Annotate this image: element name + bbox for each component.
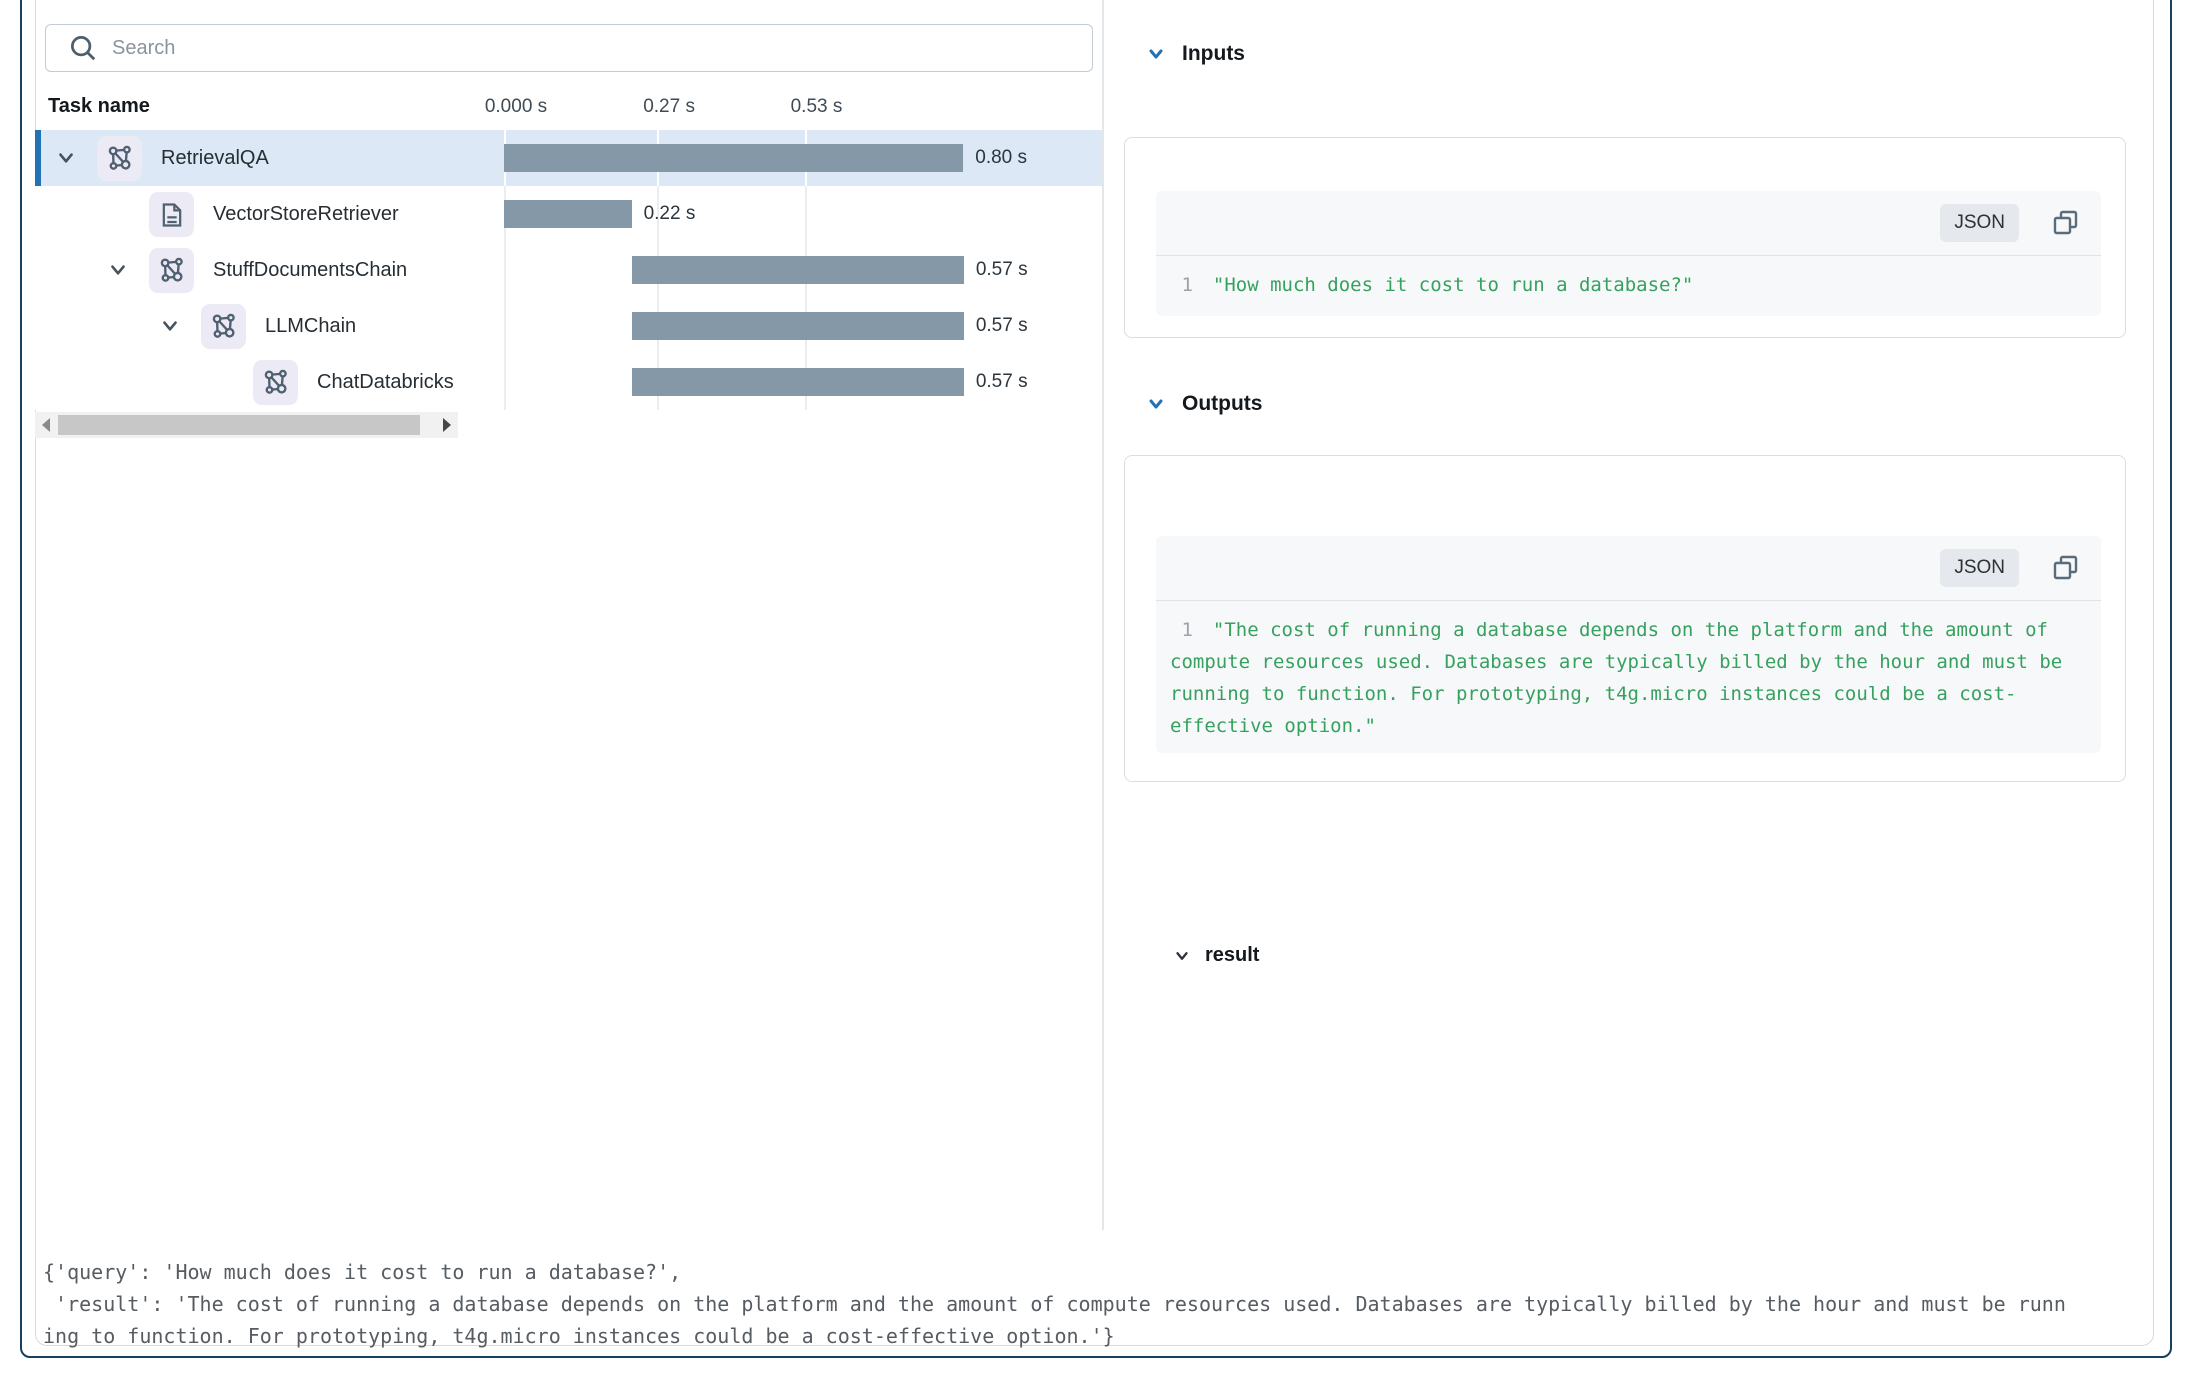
task-row[interactable]: RetrievalQA 0.80 s <box>35 130 1103 186</box>
task-name-label: VectorStoreRetriever <box>213 186 399 242</box>
code-line: compute resources used. Databases are ty… <box>1170 646 2085 678</box>
query-code-block: JSON 1"How much does it cost to run a da… <box>1156 191 2101 316</box>
scroll-left-arrow[interactable] <box>35 412 57 438</box>
duration-label: 0.57 s <box>976 354 1028 410</box>
task-name-label: ChatDatabricks <box>317 354 454 410</box>
copy-icon[interactable] <box>2051 208 2081 238</box>
output-line: 'result': 'The cost of running a databas… <box>43 1288 2151 1320</box>
scroll-right-arrow[interactable] <box>436 412 458 438</box>
task-name-column-header: Task name <box>48 95 150 118</box>
task-name-cell: StuffDocumentsChain <box>35 242 456 298</box>
duration-bar <box>504 200 632 228</box>
result-collapse-row[interactable]: result <box>1173 944 1259 967</box>
code-line: 1"How much does it cost to run a databas… <box>1170 269 2085 301</box>
duration-label: 0.57 s <box>976 298 1028 354</box>
code-line: effective option." <box>1170 710 2085 742</box>
span-tree: RetrievalQA 0.80 s VectorStoreRetriever 0.2… <box>35 130 1103 410</box>
duration-bar <box>504 144 963 172</box>
chain-icon-tile <box>149 248 194 293</box>
task-name-label: RetrievalQA <box>161 130 269 186</box>
task-row[interactable]: VectorStoreRetriever 0.22 s <box>35 186 1103 242</box>
task-row[interactable]: StuffDocumentsChain 0.57 s <box>35 242 1103 298</box>
task-row[interactable]: ChatDatabricks 0.57 s <box>35 354 1103 410</box>
json-format-badge: JSON <box>1940 204 2019 242</box>
duration-label: 0.22 s <box>644 186 696 242</box>
task-name-cell: ChatDatabricks <box>35 354 456 410</box>
task-name-label: LLMChain <box>265 298 356 354</box>
horizontal-scrollbar[interactable] <box>35 412 458 438</box>
copy-icon[interactable] <box>2051 553 2081 583</box>
output-line: ing to function. For prototyping, t4g.mi… <box>43 1320 2151 1352</box>
timeline-tick-label: 0.53 s <box>791 96 843 118</box>
chain-icon <box>157 256 187 286</box>
chevron-down-icon[interactable] <box>159 315 181 337</box>
chain-icon <box>209 312 239 342</box>
search-icon <box>68 33 98 63</box>
duration-bar <box>632 312 964 340</box>
outputs-section-header[interactable]: Outputs <box>1146 392 1262 416</box>
chevron-down-icon[interactable] <box>55 147 77 169</box>
document-icon-tile <box>149 192 194 237</box>
task-name-cell: VectorStoreRetriever <box>35 186 456 242</box>
json-format-badge: JSON <box>1940 549 2019 587</box>
code-line: 1"The cost of running a database depends… <box>1170 614 2085 646</box>
scrollbar-thumb[interactable] <box>58 415 420 435</box>
chevron-down-icon[interactable] <box>107 259 129 281</box>
chevron-down-icon[interactable] <box>1146 394 1166 414</box>
task-name-cell: RetrievalQA <box>35 130 456 186</box>
task-name-label: StuffDocumentsChain <box>213 242 407 298</box>
duration-bar <box>632 368 964 396</box>
cell-output-text: {'query': 'How much does it cost to run … <box>43 1256 2151 1352</box>
search-input[interactable] <box>98 25 1092 71</box>
output-line: {'query': 'How much does it cost to run … <box>43 1256 2151 1288</box>
timeline-gridline <box>504 298 506 354</box>
panel-divider <box>1102 0 1104 1230</box>
task-name-cell: LLMChain <box>35 298 456 354</box>
chain-icon-tile <box>201 304 246 349</box>
task-row[interactable]: LLMChain 0.57 s <box>35 298 1103 354</box>
inputs-title: Inputs <box>1182 42 1245 66</box>
document-icon <box>158 201 186 229</box>
timeline-gridline <box>805 186 807 242</box>
inputs-section-header[interactable]: Inputs <box>1146 42 1245 66</box>
field-name-result: result <box>1205 944 1259 967</box>
chain-icon-tile <box>253 360 298 405</box>
chain-icon <box>261 368 291 398</box>
timeline-gridline <box>504 354 506 410</box>
duration-label: 0.80 s <box>975 130 1027 186</box>
chain-icon <box>105 144 135 174</box>
chevron-down-icon[interactable] <box>1146 44 1166 64</box>
chevron-down-icon[interactable] <box>1173 947 1191 965</box>
duration-label: 0.57 s <box>976 242 1028 298</box>
input-query-card: query JSON 1"How much does it cost to ru… <box>1124 137 2126 338</box>
code-line: running to function. For prototyping, t4… <box>1170 678 2085 710</box>
timeline-gridline <box>504 242 506 298</box>
outputs-title: Outputs <box>1182 392 1262 416</box>
result-code-block: JSON 1"The cost of running a database de… <box>1156 536 2101 753</box>
output-result-card: result JSON 1"The cost of running a data… <box>1124 455 2126 782</box>
timeline-tick-label: 0.000 s <box>485 96 547 118</box>
duration-bar <box>632 256 964 284</box>
timeline-tick-label: 0.27 s <box>643 96 695 118</box>
chain-icon-tile <box>97 136 142 181</box>
search-box[interactable] <box>45 24 1093 72</box>
